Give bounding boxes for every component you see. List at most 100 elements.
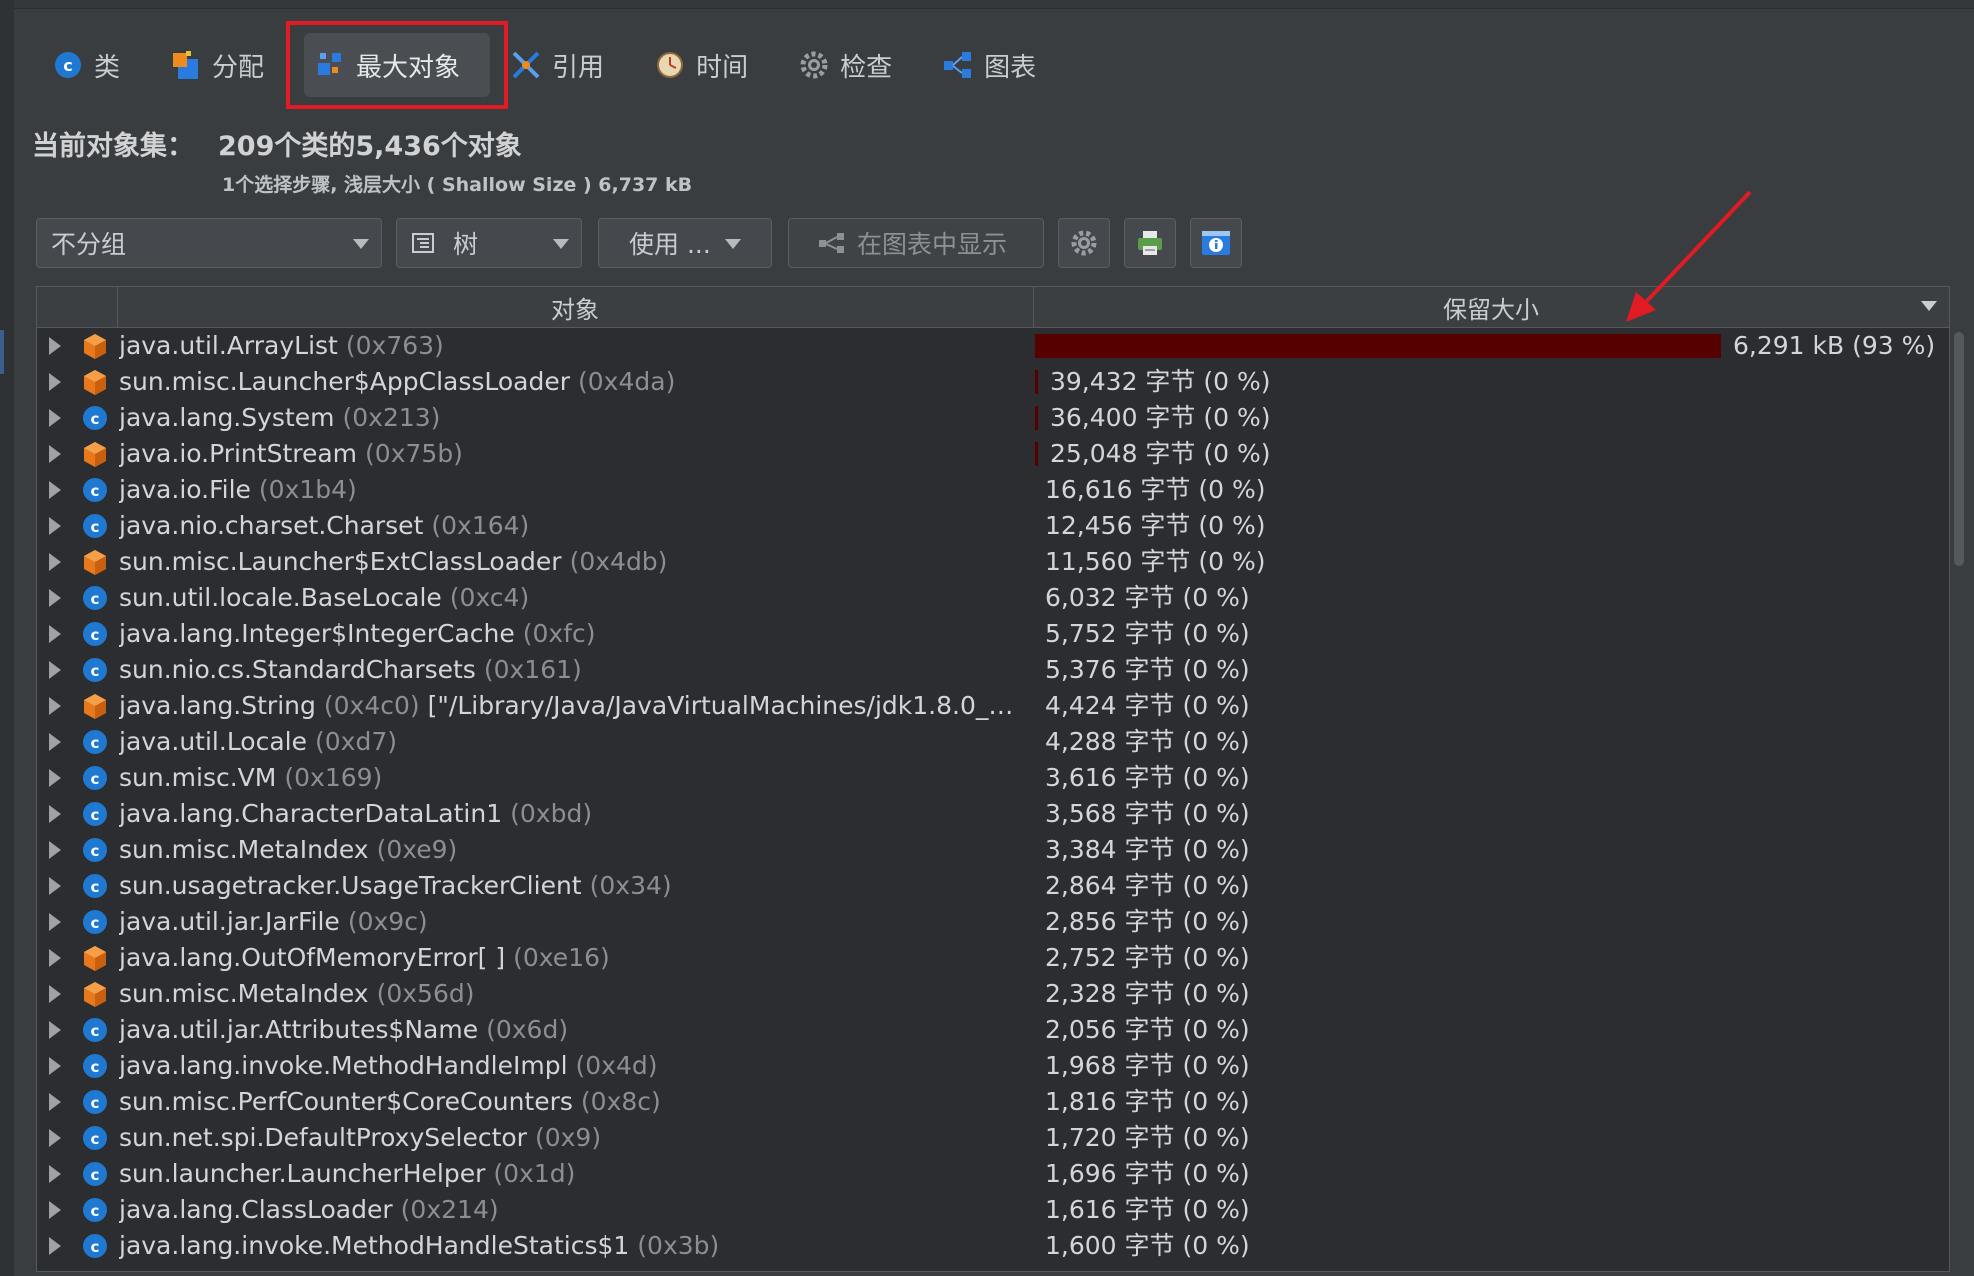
table-row[interactable]: c sun.net.spi.DefaultProxySelector (0x9) 1,… — [37, 1120, 1949, 1156]
table-row[interactable]: c java.lang.CharacterDataLatin1 (0xbd) 3,56… — [37, 796, 1949, 832]
print-button[interactable] — [1124, 218, 1176, 268]
expand-arrow-icon[interactable] — [49, 373, 61, 391]
table-row[interactable]: c sun.misc.PerfCounter$CoreCounters (0x8c)… — [37, 1084, 1949, 1120]
table-row[interactable]: c java.lang.Integer$IntegerCache (0xfc) 5,7… — [37, 616, 1949, 652]
table-row[interactable]: c java.io.File (0x1b4) 16,616 字节 (0 %) — [37, 472, 1949, 508]
svg-text:c: c — [91, 1022, 100, 1040]
object-name: sun.misc.MetaIndex (0xe9) — [119, 832, 457, 868]
expand-arrow-icon[interactable] — [49, 1021, 61, 1039]
object-address: (0x4db) — [569, 547, 668, 576]
retained-size-cell: 2,856 字节 (0 %) — [1035, 904, 1935, 940]
table-row[interactable]: sun.misc.Launcher$ExtClassLoader (0x4db) 1… — [37, 544, 1949, 580]
table-row[interactable]: c java.lang.System (0x213) 36,400 字节 (0 %) — [37, 400, 1949, 436]
table-row[interactable]: java.io.PrintStream (0x75b) 25,048 字节 (0 %… — [37, 436, 1949, 472]
object-address: (0x4c0) — [323, 691, 420, 720]
expand-arrow-icon[interactable] — [49, 445, 61, 463]
tab-biggest-objects[interactable]: 最大对象 — [286, 21, 509, 109]
object-class-name: sun.misc.MetaIndex — [119, 835, 369, 864]
sort-descending-icon[interactable] — [1921, 301, 1937, 311]
retained-size-cell: 3,568 字节 (0 %) — [1035, 796, 1935, 832]
table-row[interactable]: c java.util.jar.Attributes$Name (0x6d) 2,05… — [37, 1012, 1949, 1048]
object-name: sun.nio.cs.StandardCharsets (0x161) — [119, 652, 582, 688]
retained-size-cell: 3,616 字节 (0 %) — [1035, 760, 1935, 796]
expand-arrow-icon[interactable] — [49, 877, 61, 895]
expand-arrow-icon[interactable] — [49, 841, 61, 859]
expand-arrow-icon[interactable] — [49, 1057, 61, 1075]
retained-size-value: 36,400 字节 (0 %) — [1050, 403, 1271, 432]
object-class-name: java.lang.invoke.MethodHandleImpl — [119, 1051, 568, 1080]
table-row[interactable]: c java.util.jar.JarFile (0x9c) 2,856 字节 (0 … — [37, 904, 1949, 940]
table-row[interactable]: c java.lang.invoke.MethodHandleStatics$1(… — [37, 1228, 1949, 1264]
table-row[interactable]: sun.misc.MetaIndex (0x56d) 2,328 字节 (0 %) — [37, 976, 1949, 1012]
tab-classes[interactable]: c 类 — [42, 33, 150, 97]
expand-arrow-icon[interactable] — [49, 1237, 61, 1255]
object-name: sun.misc.MetaIndex (0x56d) — [119, 976, 474, 1012]
expand-arrow-icon[interactable] — [49, 409, 61, 427]
expand-arrow-icon[interactable] — [49, 1093, 61, 1111]
tab-time[interactable]: 时间 — [644, 33, 778, 97]
table-row[interactable]: java.lang.String (0x4c0) ["/Library/Java/J… — [37, 688, 1949, 724]
object-class-name: java.io.File — [119, 475, 251, 504]
table-row[interactable]: c sun.misc.VM (0x169) 3,616 字节 (0 %) — [37, 760, 1949, 796]
retained-size-value: 16,616 字节 (0 %) — [1045, 475, 1266, 504]
info-button[interactable] — [1190, 218, 1242, 268]
object-address: (0xbd) — [510, 799, 593, 828]
retained-size-cell: 2,328 字节 (0 %) — [1035, 976, 1935, 1012]
table-row[interactable]: c sun.util.locale.BaseLocale (0xc4) 6,032 字… — [37, 580, 1949, 616]
vertical-scrollbar[interactable] — [1954, 332, 1964, 566]
expand-arrow-icon[interactable] — [49, 517, 61, 535]
expand-arrow-icon[interactable] — [49, 589, 61, 607]
retained-size-value: 1,616 字节 (0 %) — [1045, 1195, 1250, 1224]
tab-allocations[interactable]: 分配 — [160, 33, 294, 97]
expand-arrow-icon[interactable] — [49, 805, 61, 823]
view-mode-select[interactable]: 树 — [396, 218, 582, 268]
object-class-name: java.util.ArrayList — [119, 331, 338, 360]
settings-button[interactable] — [1058, 218, 1110, 268]
expand-arrow-icon[interactable] — [49, 1165, 61, 1183]
retained-size-cell: 5,376 字节 (0 %) — [1035, 652, 1935, 688]
class-icon: c — [81, 1232, 109, 1260]
expand-arrow-icon[interactable] — [49, 697, 61, 715]
expand-arrow-icon[interactable] — [49, 949, 61, 967]
expand-arrow-icon[interactable] — [49, 1201, 61, 1219]
class-icon: c — [81, 800, 109, 828]
column-header-retained-size[interactable]: 保留大小 — [1033, 287, 1949, 327]
tab-references[interactable]: 引用 — [500, 33, 634, 97]
use-button[interactable]: 使用 ... — [598, 218, 772, 268]
column-header-object[interactable]: 对象 — [117, 287, 1034, 327]
table-row[interactable]: c sun.usagetracker.UsageTrackerClient (0x3… — [37, 868, 1949, 904]
table-row[interactable]: c java.util.Locale (0xd7) 4,288 字节 (0 %) — [37, 724, 1949, 760]
expand-arrow-icon[interactable] — [49, 1129, 61, 1147]
expand-arrow-icon[interactable] — [49, 625, 61, 643]
table-row[interactable]: c java.lang.invoke.MethodHandleImpl (0x4d)… — [37, 1048, 1949, 1084]
table-row[interactable]: c java.lang.ClassLoader (0x214) 1,616 字节 (0… — [37, 1192, 1949, 1228]
table-row[interactable]: java.util.ArrayList (0x763) 6,291 kB (93 %… — [37, 328, 1949, 364]
table-row[interactable]: c sun.launcher.LauncherHelper (0x1d) 1,696 … — [37, 1156, 1949, 1192]
object-set-heading: 当前对象集： 209个类的5,436个对象 — [32, 124, 522, 163]
table-row[interactable]: java.lang.OutOfMemoryError[ ] (0xe16) 2,75… — [37, 940, 1949, 976]
table-row[interactable]: sun.misc.Launcher$AppClassLoader (0x4da) 3… — [37, 364, 1949, 400]
expand-arrow-icon[interactable] — [49, 553, 61, 571]
tab-graph[interactable]: 图表 — [932, 33, 1066, 97]
object-address: (0xc4) — [449, 583, 530, 612]
grouping-select[interactable]: 不分组 — [36, 218, 382, 268]
class-icon: c — [81, 1016, 109, 1044]
show-in-graph-button[interactable]: 在图表中显示 — [788, 218, 1044, 268]
table-row[interactable]: c java.nio.charset.Charset (0x164) 12,456 字… — [37, 508, 1949, 544]
expand-arrow-icon[interactable] — [49, 733, 61, 751]
expand-arrow-icon[interactable] — [49, 481, 61, 499]
selection-summary: 1个选择步骤, 浅层大小 ( Shallow Size ) 6,737 kB — [222, 174, 693, 196]
expand-arrow-icon[interactable] — [49, 661, 61, 679]
object-class-name: java.lang.ClassLoader — [119, 1195, 393, 1224]
tab-inspections[interactable]: 检查 — [788, 33, 922, 97]
table-row[interactable]: c sun.misc.MetaIndex (0xe9) 3,384 字节 (0 %) — [37, 832, 1949, 868]
class-icon: c — [81, 404, 109, 432]
object-class-name: java.lang.invoke.MethodHandleStatics$1 — [119, 1231, 630, 1260]
retained-size-cell: 2,752 字节 (0 %) — [1035, 940, 1935, 976]
expand-arrow-icon[interactable] — [49, 913, 61, 931]
object-name: sun.misc.VM (0x169) — [119, 760, 382, 796]
table-row[interactable]: c sun.nio.cs.StandardCharsets (0x161) 5,376… — [37, 652, 1949, 688]
expand-arrow-icon[interactable] — [49, 337, 61, 355]
expand-arrow-icon[interactable] — [49, 985, 61, 1003]
expand-arrow-icon[interactable] — [49, 769, 61, 787]
